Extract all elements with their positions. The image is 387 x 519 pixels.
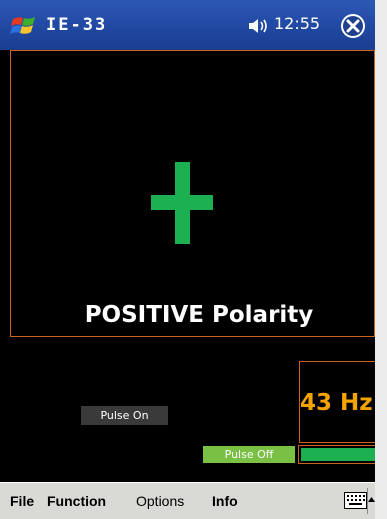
sip-arrow-up-icon[interactable] xyxy=(368,492,375,508)
menu-bar: File Function Options Info xyxy=(0,482,375,519)
screen-edge-strip xyxy=(375,0,387,519)
positive-plus-icon xyxy=(151,162,213,244)
title-bar: IE-33 12:55 xyxy=(0,0,375,50)
keyboard-icon[interactable] xyxy=(344,492,367,509)
pulse-off-indicator: Pulse Off xyxy=(203,446,295,463)
pulse-on-indicator: Pulse On xyxy=(81,406,168,425)
menu-options[interactable]: Options xyxy=(136,493,184,509)
frequency-value: 43 Hz xyxy=(300,390,373,416)
polarity-label: POSITIVE Polarity xyxy=(84,302,314,328)
speaker-icon[interactable] xyxy=(248,17,270,35)
menu-function[interactable]: Function xyxy=(47,493,106,509)
clock[interactable]: 12:55 xyxy=(274,14,320,33)
menu-file[interactable]: File xyxy=(10,493,34,509)
close-icon[interactable] xyxy=(339,12,367,40)
menu-info[interactable]: Info xyxy=(212,493,238,509)
app-title: IE-33 xyxy=(46,15,108,35)
windows-start-icon[interactable] xyxy=(10,11,40,41)
